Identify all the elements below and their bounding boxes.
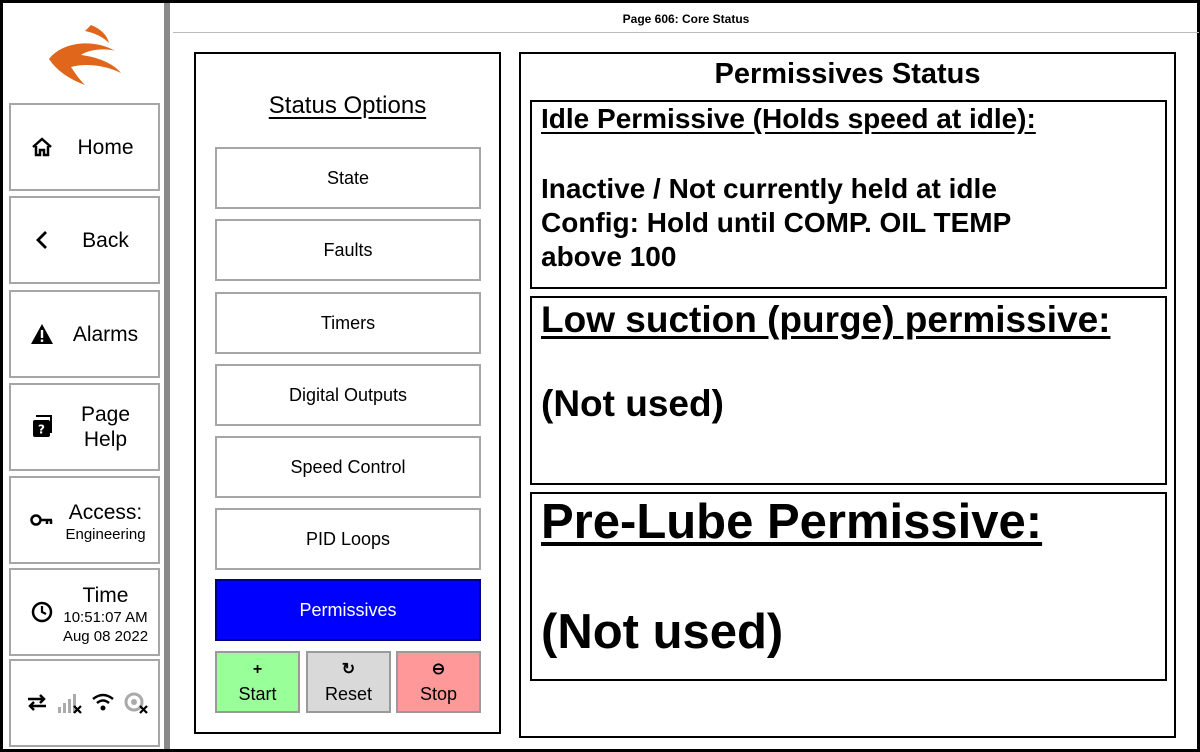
reset-button[interactable]: ↻ Reset [306, 651, 391, 713]
pre-lube-value: (Not used) [541, 605, 784, 659]
idle-permissive-line3: above 100 [541, 241, 677, 272]
wifi-icon [92, 693, 114, 711]
connectivity-status [9, 659, 160, 747]
time-text: Time 10:51:07 AM Aug 08 2022 [57, 583, 154, 646]
option-pid-loops-button[interactable]: PID Loops [215, 508, 481, 570]
status-options-panel: Status Options State Faults Timers Digit… [194, 52, 501, 734]
clock-icon [29, 599, 55, 625]
access-label: Access: [68, 501, 143, 524]
help-book-icon: ? [29, 414, 55, 440]
svg-text:?: ? [38, 423, 45, 437]
home-label: Home [77, 135, 134, 159]
option-timers-button[interactable]: Timers [215, 292, 481, 354]
low-suction-heading: Low suction (purge) permissive: [541, 299, 1111, 340]
option-digital-outputs-button[interactable]: Digital Outputs [215, 364, 481, 426]
option-faults-button[interactable]: Faults [215, 219, 481, 281]
option-speed-control-button[interactable]: Speed Control [215, 436, 481, 498]
permissives-title: Permissives Status [714, 58, 981, 90]
app-frame: Home Back Alarms ? Page Help Access: Eng… [0, 0, 1200, 752]
alarms-label: Alarms [72, 322, 139, 346]
start-button[interactable]: + Start [215, 651, 300, 713]
page-help-button[interactable]: ? Page Help [9, 383, 160, 471]
transfer-icon [28, 694, 46, 711]
sidebar: Home Back Alarms ? Page Help Access: Eng… [3, 3, 165, 749]
stop-icon: ⊖ [431, 661, 446, 678]
access-level: Engineering [65, 526, 146, 543]
chevron-left-icon [29, 227, 55, 253]
page-help-label: Page Help [80, 403, 131, 451]
status-options-title: Status Options [268, 92, 427, 119]
stop-button[interactable]: ⊖ Stop [396, 651, 481, 713]
idle-permissive-heading: Idle Permissive (Holds speed at idle): [541, 103, 1036, 134]
idle-permissive-line1: Inactive / Not currently held at idle [541, 173, 997, 204]
back-label: Back [82, 228, 129, 252]
idle-permissive-card: Idle Permissive (Holds speed at idle): I… [530, 100, 1167, 289]
company-logo [49, 25, 121, 85]
access-text: Access: Engineering [57, 500, 154, 544]
gps-icon [124, 692, 148, 714]
date-value: Aug 08 2022 [62, 628, 149, 645]
pre-lube-heading: Pre-Lube Permissive: [541, 495, 1043, 549]
sidebar-divider [164, 3, 170, 749]
back-button[interactable]: Back [9, 196, 160, 284]
refresh-icon: ↻ [341, 661, 356, 678]
low-suction-permissive-card: Low suction (purge) permissive: (Not use… [530, 296, 1167, 485]
stop-label: Stop [419, 684, 458, 704]
time-display: Time 10:51:07 AM Aug 08 2022 [9, 568, 160, 656]
signal-icon [58, 694, 82, 714]
time-value: 10:51:07 AM [63, 609, 148, 626]
pre-lube-permissive-card: Pre-Lube Permissive: (Not used) [530, 492, 1167, 681]
home-icon [29, 134, 55, 160]
low-suction-value: (Not used) [541, 383, 724, 424]
alarms-button[interactable]: Alarms [9, 290, 160, 378]
key-icon [29, 507, 55, 533]
start-label: Start [238, 684, 277, 704]
reset-label: Reset [324, 684, 373, 704]
option-permissives-button[interactable]: Permissives [215, 579, 481, 641]
permissives-panel: Permissives Status Idle Permissive (Hold… [519, 52, 1176, 738]
option-state-button[interactable]: State [215, 147, 481, 209]
time-label: Time [82, 584, 129, 607]
home-button[interactable]: Home [9, 103, 160, 191]
plus-icon: + [252, 661, 263, 678]
access-button[interactable]: Access: Engineering [9, 476, 160, 564]
warning-icon [29, 321, 55, 347]
page-title: Page 606: Core Status [173, 7, 1199, 33]
idle-permissive-line2: Config: Hold until COMP. OIL TEMP [541, 207, 1012, 238]
